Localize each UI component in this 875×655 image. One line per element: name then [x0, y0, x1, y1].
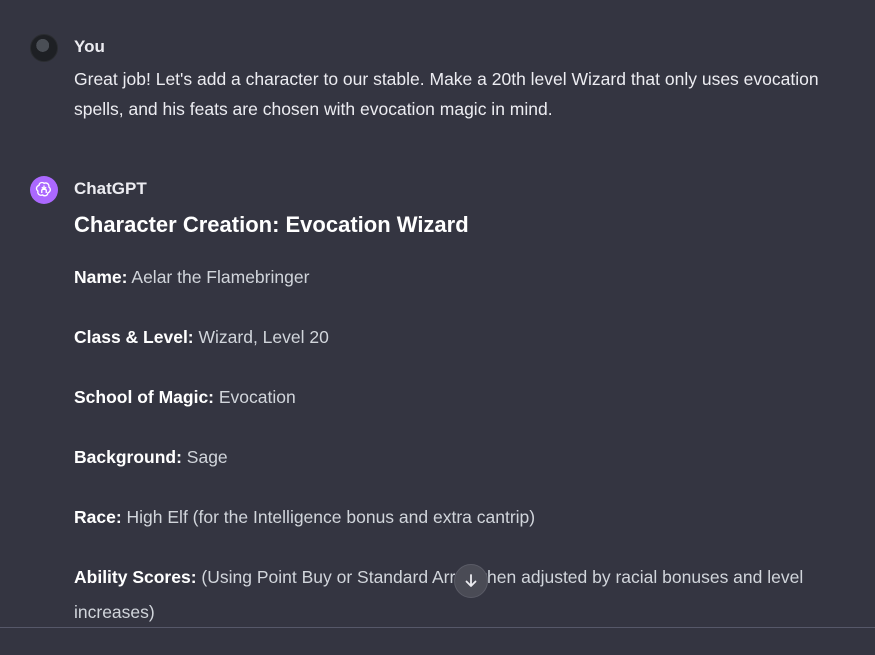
field-label: Race:: [74, 507, 122, 527]
field-label: Background:: [74, 447, 182, 467]
field-race: Race: High Elf (for the Intelligence bon…: [74, 500, 854, 535]
field-value: High Elf (for the Intelligence bonus and…: [121, 507, 536, 527]
field-school-of-magic: School of Magic: Evocation: [74, 380, 854, 415]
field-label: Name:: [74, 267, 128, 287]
user-avatar: [30, 34, 58, 62]
field-value: Aelar the Flamebringer: [127, 267, 310, 287]
message-composer[interactable]: [0, 627, 875, 639]
field-value: Wizard, Level 20: [193, 327, 329, 347]
field-value: Sage: [181, 447, 228, 467]
response-heading: Character Creation: Evocation Wizard: [74, 212, 469, 237]
arrow-down-icon: [465, 574, 477, 587]
field-class-level: Class & Level: Wizard, Level 20: [74, 320, 854, 355]
field-background: Background: Sage: [74, 440, 854, 475]
field-label: School of Magic:: [74, 387, 214, 407]
chat-thread: You Great job! Let's add a character to …: [0, 0, 875, 639]
chatgpt-logo-icon: [30, 176, 58, 204]
assistant-author-name: ChatGPT: [74, 179, 147, 198]
user-message-text: Great job! Let's add a character to our …: [74, 69, 819, 119]
field-label: Class & Level:: [74, 327, 194, 347]
field-value: Evocation: [214, 387, 296, 407]
field-name: Name: Aelar the Flamebringer: [74, 260, 854, 295]
user-author-name: You: [74, 37, 105, 56]
field-label: Ability Scores:: [74, 567, 197, 587]
scroll-to-bottom-button[interactable]: [454, 564, 488, 598]
